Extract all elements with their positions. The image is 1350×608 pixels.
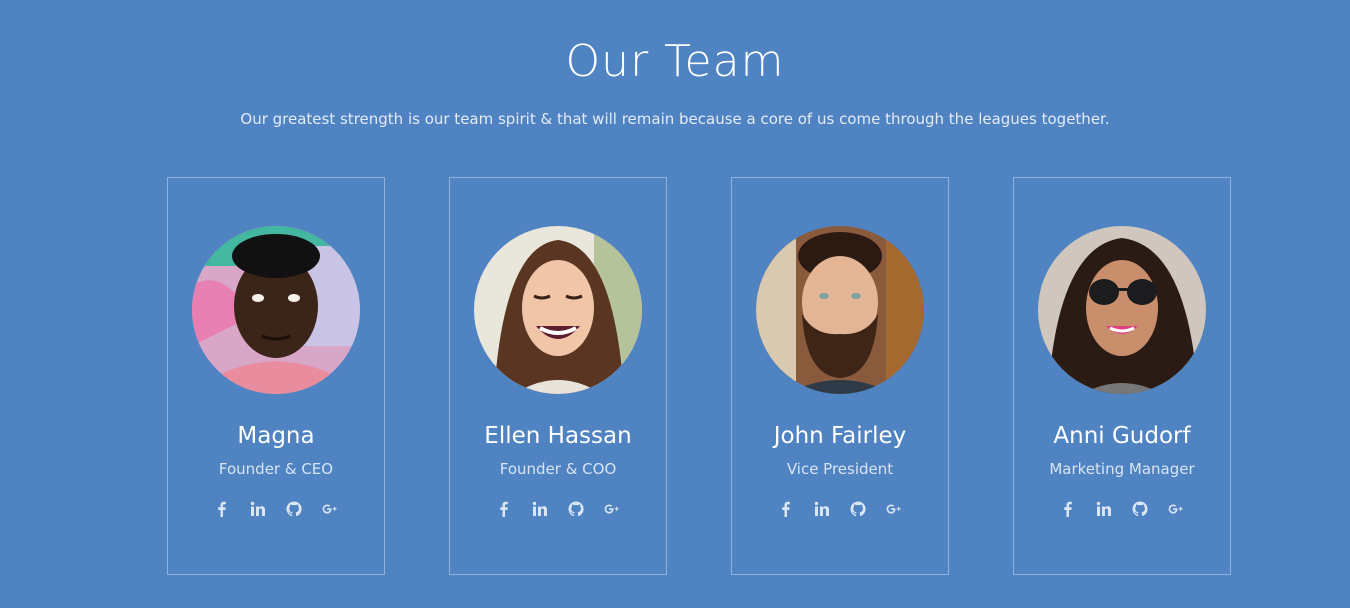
team-member-card: Anni Gudorf Marketing Manager xyxy=(1013,177,1231,575)
member-name: John Fairley xyxy=(773,423,907,449)
member-name: Ellen Hassan xyxy=(484,423,632,449)
linkedin-icon[interactable] xyxy=(249,500,267,518)
facebook-icon[interactable] xyxy=(495,500,513,518)
social-links xyxy=(450,500,666,518)
social-links xyxy=(168,500,384,518)
member-name: Anni Gudorf xyxy=(1053,423,1191,449)
member-role: Founder & CEO xyxy=(218,460,334,478)
member-name: Magna xyxy=(237,423,315,449)
github-icon[interactable] xyxy=(285,500,303,518)
member-role: Founder & COO xyxy=(499,460,617,478)
section-title: Our Team xyxy=(565,36,785,87)
google-plus-icon[interactable] xyxy=(321,500,339,518)
team-member-card: Magna Founder & CEO xyxy=(167,177,385,575)
team-member-card: Ellen Hassan Founder & COO xyxy=(449,177,667,575)
section-subtitle: Our greatest strength is our team spirit… xyxy=(240,110,1110,128)
facebook-icon[interactable] xyxy=(777,500,795,518)
google-plus-icon[interactable] xyxy=(1167,500,1185,518)
facebook-icon[interactable] xyxy=(213,500,231,518)
github-icon[interactable] xyxy=(849,500,867,518)
avatar xyxy=(756,226,924,394)
member-role: Marketing Manager xyxy=(1049,460,1195,478)
social-links xyxy=(732,500,948,518)
github-icon[interactable] xyxy=(1131,500,1149,518)
member-role: Vice President xyxy=(786,460,894,478)
google-plus-icon[interactable] xyxy=(603,500,621,518)
facebook-icon[interactable] xyxy=(1059,500,1077,518)
linkedin-icon[interactable] xyxy=(531,500,549,518)
avatar xyxy=(192,226,360,394)
linkedin-icon[interactable] xyxy=(813,500,831,518)
github-icon[interactable] xyxy=(567,500,585,518)
avatar xyxy=(474,226,642,394)
linkedin-icon[interactable] xyxy=(1095,500,1113,518)
team-member-card: John Fairley Vice President xyxy=(731,177,949,575)
avatar xyxy=(1038,226,1206,394)
social-links xyxy=(1014,500,1230,518)
google-plus-icon[interactable] xyxy=(885,500,903,518)
